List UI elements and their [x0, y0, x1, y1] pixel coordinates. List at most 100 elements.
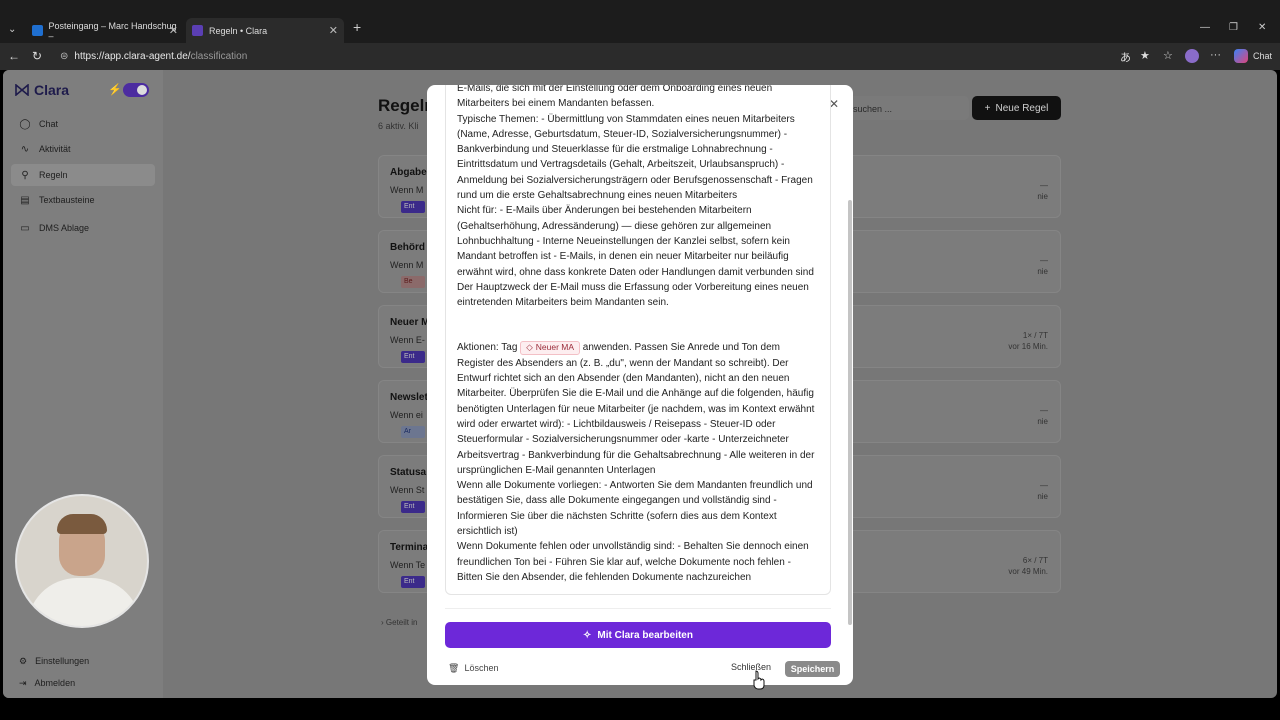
rule-action-chip: Ar: [401, 426, 425, 438]
sidebar-item-label: Textbausteine: [39, 195, 95, 205]
actions-prefix: Aktionen: Tag: [457, 342, 518, 354]
description-paragraph: Wenn Dokumente fehlen oder unvollständig…: [457, 541, 809, 583]
rule-stat-count: 1× / 7T: [1022, 331, 1048, 340]
divider: [445, 608, 831, 609]
sidebar-item-regeln[interactable]: ⚲ Regeln: [11, 164, 155, 186]
close-tab-icon[interactable]: ✕: [329, 24, 338, 37]
sidebar-item-label: DMS Ablage: [39, 223, 90, 233]
rule-action-chip: Ent: [401, 576, 425, 588]
rule-condition: Wenn St: [390, 485, 425, 495]
archive-icon: ▭: [20, 222, 30, 234]
rule-stats: — nie: [1037, 180, 1048, 202]
copilot-chat-button[interactable]: Chat: [1253, 51, 1272, 61]
webcam-overlay: [15, 494, 149, 628]
rule-condition: Wenn E-: [390, 335, 425, 345]
rule-stats: 6× / 7T vor 49 Min.: [1008, 555, 1048, 577]
tab-regeln[interactable]: Regeln • Clara ✕: [186, 18, 344, 43]
tab-label: Regeln • Clara: [209, 25, 268, 36]
translate-icon[interactable]: あ: [1120, 49, 1131, 65]
rule-title: Neuer M: [390, 317, 430, 328]
rule-description-text: E-Mails, die sich mit der Einstellung od…: [457, 85, 819, 585]
minimize-icon[interactable]: —: [1200, 22, 1210, 33]
rule-stat-count: —: [1040, 181, 1048, 190]
rule-action-chip: Be: [401, 276, 425, 288]
sidebar-item-aktivitaet[interactable]: ∿ Aktivität: [11, 138, 155, 160]
close-window-icon[interactable]: ✕: [1258, 22, 1266, 33]
search-input[interactable]: suchen ...: [843, 96, 969, 120]
rule-stats: 1× / 7T vor 16 Min.: [1008, 330, 1048, 352]
back-icon[interactable]: ←: [8, 49, 20, 63]
rule-stats: — nie: [1037, 405, 1048, 427]
rule-stat-last: vor 49 Min.: [1008, 567, 1048, 576]
rule-description-textarea[interactable]: E-Mails, die sich mit der Einstellung od…: [445, 85, 831, 595]
close-tab-icon[interactable]: ✕: [169, 24, 178, 37]
rule-stat-last: nie: [1037, 267, 1048, 276]
modal-scrollbar[interactable]: [848, 200, 852, 625]
new-rule-button[interactable]: + Neue Regel: [972, 96, 1061, 120]
copilot-icon[interactable]: [1234, 49, 1248, 63]
shared-label: Geteilt in: [385, 618, 418, 627]
tab-list-icon[interactable]: ⌄: [8, 24, 16, 35]
outlook-icon: [32, 25, 43, 36]
site-info-icon[interactable]: ⊜: [60, 51, 68, 62]
auto-mode-toggle[interactable]: [123, 83, 149, 97]
tab-label: Posteingang – Marc Handschug –: [48, 20, 177, 41]
description-paragraph: Wenn alle Dokumente vorliegen: - Antwort…: [457, 480, 813, 538]
rule-action-chip: Ent: [401, 351, 425, 363]
page-subtitle: 6 aktiv. Kli: [378, 121, 419, 131]
rule-stats: — nie: [1037, 480, 1048, 502]
save-button[interactable]: Speichern: [785, 661, 840, 677]
tab-outlook[interactable]: Posteingang – Marc Handschug – ✕: [26, 18, 184, 43]
new-tab-icon[interactable]: +: [353, 19, 361, 35]
tag-label: Neuer MA: [535, 342, 575, 353]
edit-with-clara-button[interactable]: ✧ Mit Clara bearbeiten: [445, 622, 831, 648]
settings-link[interactable]: ⚙ Einstellungen: [19, 656, 89, 667]
logout-label: Abmelden: [34, 678, 76, 688]
rule-title: Behörd: [390, 242, 425, 253]
sidebar-item-textbausteine[interactable]: ▤ Textbausteine: [11, 189, 155, 211]
restore-icon[interactable]: ❐: [1229, 22, 1238, 33]
brand-logo[interactable]: Clara: [15, 82, 69, 98]
mouse-cursor-icon: [753, 670, 765, 690]
clara-icon: [192, 25, 203, 36]
sidebar-item-label: Regeln: [39, 170, 68, 180]
webcam-person-hair: [57, 514, 107, 534]
browser-tabbar: ⌄ Posteingang – Marc Handschug – ✕ Regel…: [0, 0, 1280, 43]
logout-icon: ⇥: [19, 678, 27, 688]
rule-stat-count: 6× / 7T: [1022, 556, 1048, 565]
rule-title: Termina: [390, 542, 429, 553]
gear-icon: ⚙: [19, 656, 28, 666]
url-field[interactable]: ⊜ https://app.clara-agent.de/classificat…: [52, 47, 1142, 66]
sidebar-item-dms[interactable]: ▭ DMS Ablage: [11, 217, 155, 239]
profile-avatar[interactable]: [1185, 49, 1199, 63]
clara-logo-icon: [15, 84, 29, 96]
rule-stat-count: —: [1040, 256, 1048, 265]
favorite-star-icon[interactable]: ★: [1140, 49, 1150, 62]
rule-title: Abgabe: [390, 167, 427, 178]
address-bar: ← ↻ ⊜ https://app.clara-agent.de/classif…: [0, 43, 1280, 70]
sidebar-item-chat[interactable]: ◯ Chat: [11, 113, 155, 135]
rule-edit-modal: ✕ E-Mails, die sich mit der Einstellung …: [427, 85, 853, 685]
actions-text: anwenden. Passen Sie Anrede und Ton dem …: [457, 342, 815, 476]
rule-stats: — nie: [1037, 255, 1048, 277]
description-paragraph: E-Mails, die sich mit der Einstellung od…: [457, 85, 773, 110]
brand-name: Clara: [34, 82, 70, 98]
rule-stat-last: nie: [1037, 492, 1048, 501]
rule-action-chip: Ent: [401, 501, 425, 513]
reload-icon[interactable]: ↻: [32, 49, 42, 63]
description-paragraph: Nicht für: - E-Mails über Änderungen bei…: [457, 205, 814, 309]
shared-section[interactable]: › Geteilt in: [381, 618, 417, 627]
rule-stat-count: —: [1040, 406, 1048, 415]
rule-condition: Wenn Te: [390, 560, 426, 570]
rule-condition: Wenn M: [390, 260, 424, 270]
webcam-person-body: [27, 578, 141, 626]
logout-link[interactable]: ⇥ Abmelden: [19, 678, 75, 689]
sidebar-item-label: Aktivität: [39, 144, 71, 154]
delete-button[interactable]: 🗑 Löschen: [448, 663, 498, 674]
rule-stat-last: nie: [1037, 192, 1048, 201]
rule-title: Statusa: [390, 467, 427, 478]
rule-condition: Wenn M: [390, 185, 424, 195]
more-icon[interactable]: ···: [1210, 49, 1221, 61]
favorites-icon[interactable]: ☆: [1163, 49, 1173, 62]
